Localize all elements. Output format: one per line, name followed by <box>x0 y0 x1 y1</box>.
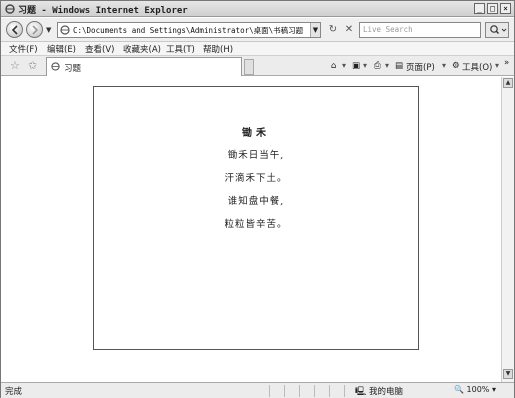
browser-window: 习题 - Windows Internet Explorer _ □ × ▼ C… <box>0 0 515 398</box>
status-text: 完成 <box>5 387 23 397</box>
page-icon <box>60 25 70 35</box>
address-dropdown-icon[interactable]: ▼ <box>310 23 320 37</box>
back-arrow-icon <box>11 25 18 35</box>
address-field[interactable]: C:\Documents and Settings\Administrator\… <box>57 22 321 38</box>
status-bar: 完成 🖳 我的电脑 🔍 100% ▾ <box>1 382 514 398</box>
tab-label: 习题 <box>64 64 82 74</box>
address-url[interactable]: C:\Documents and Settings\Administrator\… <box>73 25 303 36</box>
new-tab-button[interactable] <box>244 59 254 75</box>
stop-icon[interactable]: ✕ <box>342 23 356 37</box>
menu-bar: 文件(F) 编辑(E) 查看(V) 收藏夹(A) 工具(T) 帮助(H) <box>1 42 514 56</box>
command-bar: ☆ ✩ 习题 ⌂ ▾ ▣ ▾ ⎙ ▾ ▤ 页面(P) ▾ ⚙ 工具(O) ▾ » <box>1 56 514 76</box>
page-content: 锄禾 锄禾日当午, 汗滴禾下土。 谁知盘中餐, 粒粒皆辛苦。 <box>1 77 501 382</box>
search-button[interactable] <box>485 22 509 38</box>
menu-view[interactable]: 查看(V) <box>85 43 114 55</box>
page-menu-icon: ▤ <box>395 61 404 71</box>
feeds-dropdown-icon[interactable]: ▾ <box>363 61 367 70</box>
menu-help[interactable]: 帮助(H) <box>203 43 233 55</box>
close-button[interactable]: × <box>500 3 511 14</box>
vertical-scrollbar[interactable]: ▲ ▼ <box>501 77 514 382</box>
zoom-level: 100% <box>466 385 490 394</box>
star-icon[interactable]: ☆ <box>10 59 20 72</box>
computer-icon: 🖳 <box>355 387 367 397</box>
menu-file[interactable]: 文件(F) <box>9 43 38 55</box>
more-commands-button[interactable]: » <box>504 58 509 68</box>
status-pane <box>314 385 328 397</box>
refresh-icon[interactable]: ↻ <box>326 23 340 37</box>
add-favorite-icon[interactable]: ✩ <box>28 59 37 72</box>
history-dropdown-icon[interactable]: ▼ <box>46 26 51 34</box>
window-title: 习题 - Windows Internet Explorer <box>18 6 188 16</box>
tab-current[interactable]: 习题 <box>46 57 242 76</box>
forward-button[interactable] <box>26 21 43 38</box>
print-dropdown-icon[interactable]: ▾ <box>385 61 389 70</box>
status-pane <box>284 385 298 397</box>
poem-title: 锄禾 <box>242 128 270 139</box>
maximize-button[interactable]: □ <box>487 3 498 14</box>
zone-label: 我的电脑 <box>369 387 404 397</box>
page-icon <box>51 62 60 71</box>
address-toolbar: ▼ C:\Documents and Settings\Administrato… <box>1 18 514 42</box>
rss-icon[interactable]: ▣ <box>352 61 360 71</box>
tools-menu[interactable]: 工具(O) <box>462 61 492 73</box>
print-icon[interactable]: ⎙ <box>374 61 381 71</box>
zoom-icon: 🔍 <box>454 385 464 394</box>
status-pane <box>329 385 343 397</box>
menu-favorites[interactable]: 收藏夹(A) <box>123 43 161 55</box>
search-input[interactable]: Live Search <box>359 22 481 38</box>
home-dropdown-icon[interactable]: ▾ <box>342 61 346 70</box>
zoom-control[interactable]: 🔍 100% ▾ <box>454 385 496 394</box>
menu-tools[interactable]: 工具(T) <box>166 43 195 55</box>
poem-line: 锄禾日当午, <box>227 150 285 161</box>
poem-frame: 锄禾 锄禾日当午, 汗滴禾下土。 谁知盘中餐, 粒粒皆辛苦。 <box>93 86 419 350</box>
forward-arrow-icon <box>32 25 39 35</box>
scroll-down-icon[interactable]: ▼ <box>503 369 513 379</box>
status-pane <box>299 385 313 397</box>
back-button[interactable] <box>6 21 23 38</box>
poem-line: 汗滴禾下土。 <box>224 173 288 184</box>
tools-dropdown-icon[interactable]: ▾ <box>495 61 499 70</box>
page-dropdown-icon[interactable]: ▾ <box>442 61 446 70</box>
status-pane <box>269 385 283 397</box>
poem-line: 粒粒皆辛苦。 <box>224 219 288 230</box>
scroll-up-icon[interactable]: ▲ <box>503 78 513 88</box>
poem-line: 谁知盘中餐, <box>227 196 285 207</box>
minimize-button[interactable]: _ <box>474 3 485 14</box>
security-zone[interactable]: 🖳 我的电脑 <box>355 385 403 398</box>
ie-logo-icon <box>5 4 15 14</box>
page-menu[interactable]: 页面(P) <box>406 61 435 73</box>
tools-gear-icon: ⚙ <box>452 61 460 71</box>
search-placeholder: Live Search <box>363 25 413 34</box>
search-icon <box>490 25 507 34</box>
title-bar: 习题 - Windows Internet Explorer _ □ × <box>1 1 514 17</box>
menu-edit[interactable]: 编辑(E) <box>47 43 76 55</box>
home-icon[interactable]: ⌂ <box>331 61 336 71</box>
zoom-dropdown-icon[interactable]: ▾ <box>492 385 496 394</box>
